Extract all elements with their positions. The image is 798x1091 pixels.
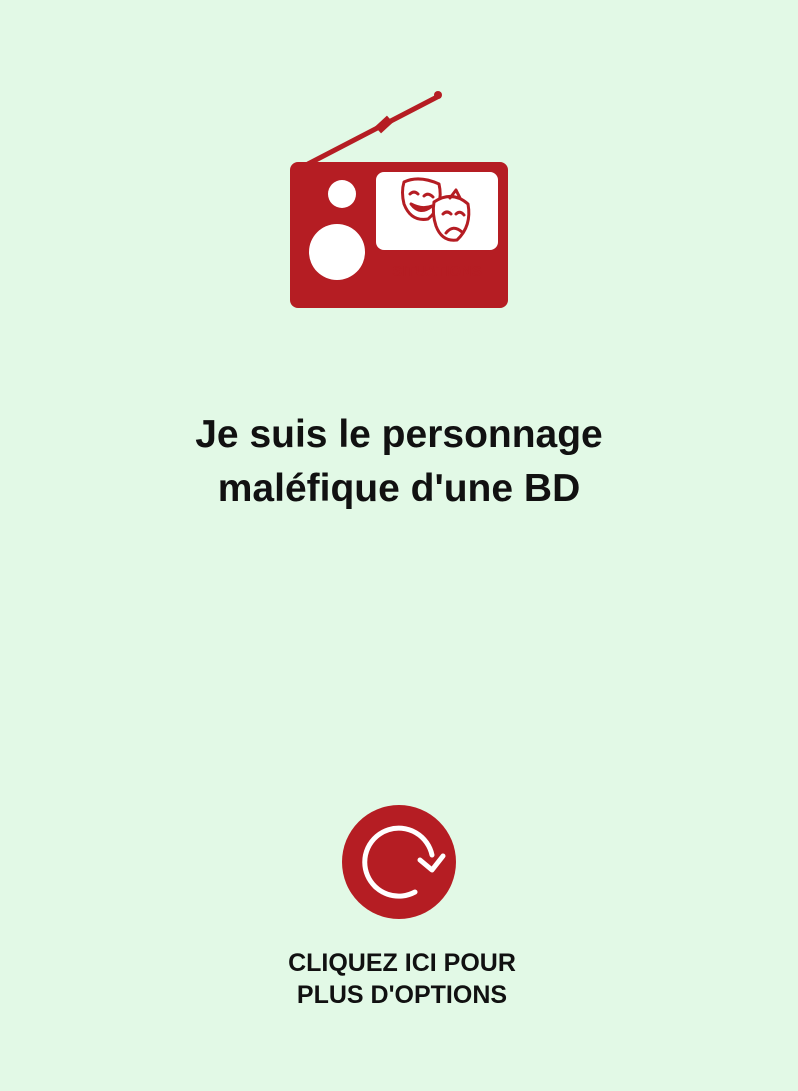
radio-icon: SITUATIONS <box>290 91 508 308</box>
refresh-button[interactable] <box>342 805 456 919</box>
situation-line-2: maléfique d'une BD <box>217 467 581 510</box>
more-options-link[interactable]: CLIQUEZ ICI POUR PLUS D'OPTIONS <box>0 947 798 1011</box>
options-line-1: CLIQUEZ ICI POUR <box>288 949 516 977</box>
radio-logo: SITUATIONS <box>286 86 512 312</box>
situation-line-1: Je suis le personnage <box>195 413 603 456</box>
situation-prompt: Je suis le personnage maléfique d'une BD <box>0 408 798 516</box>
options-line-2: PLUS D'OPTIONS <box>296 981 508 1009</box>
logo-label: SITUATIONS <box>392 263 482 280</box>
refresh-icon <box>362 825 446 899</box>
